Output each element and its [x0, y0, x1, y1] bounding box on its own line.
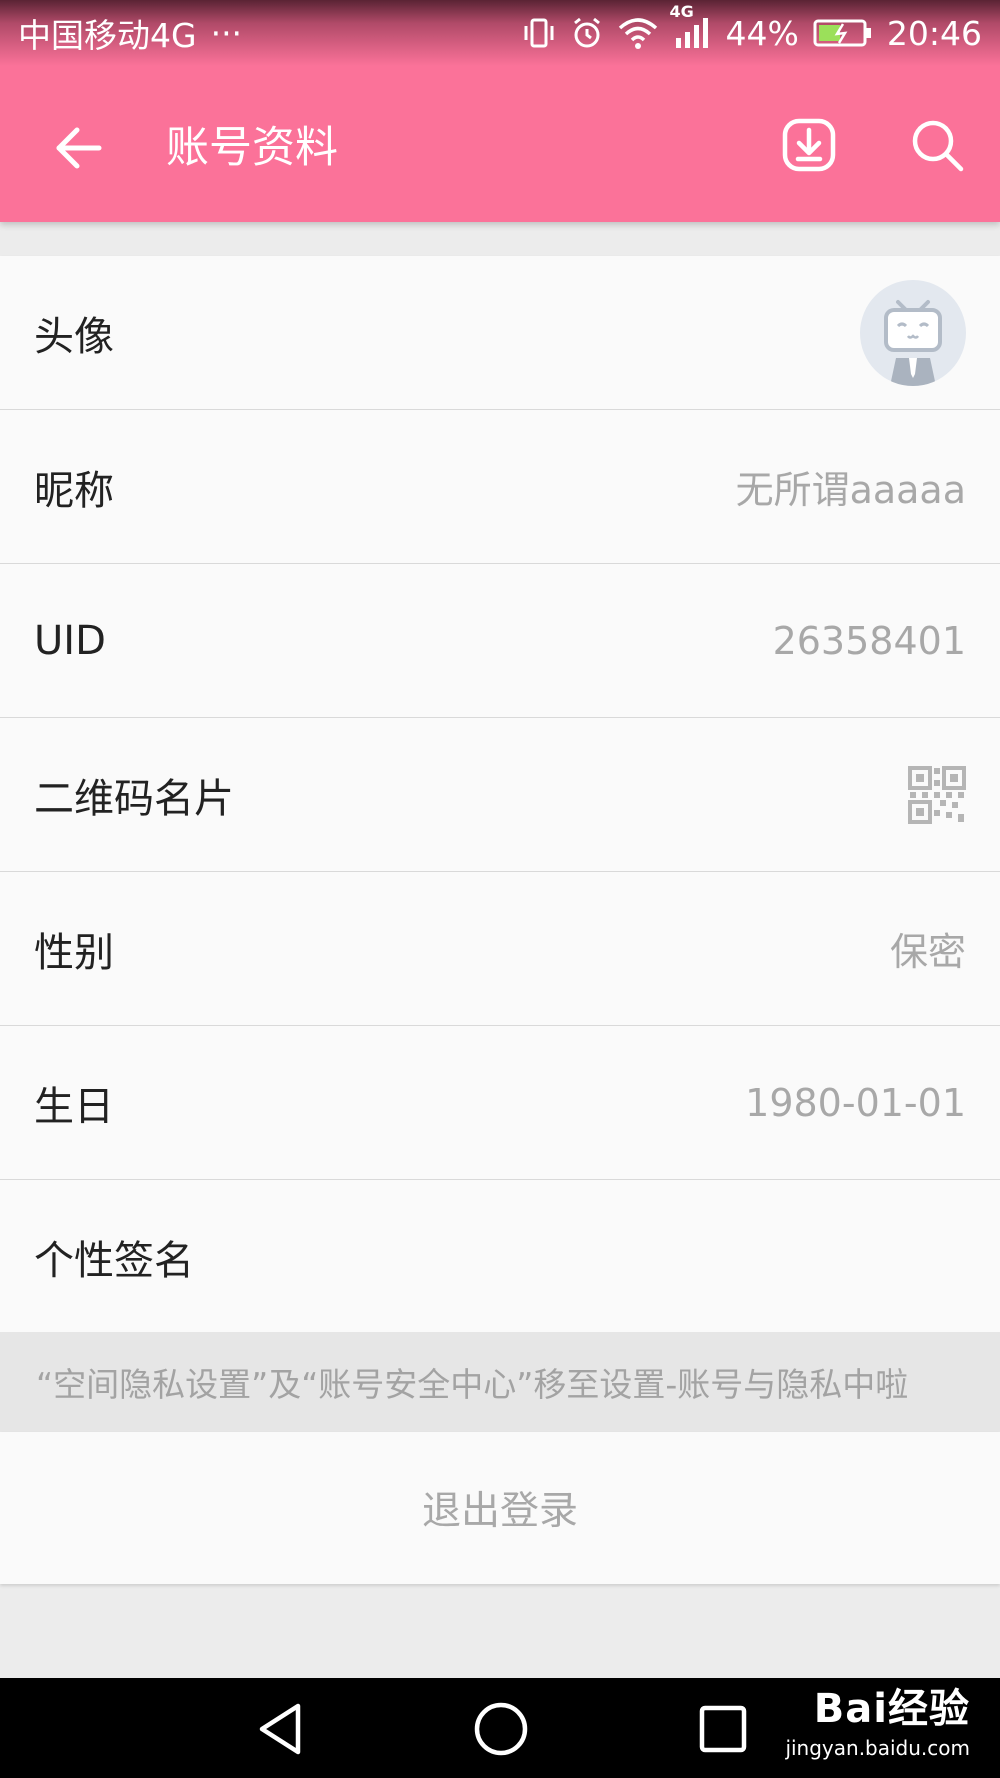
download-button[interactable]	[780, 116, 838, 174]
avatar-row[interactable]: 头像	[0, 256, 1000, 410]
vibrate-icon	[522, 16, 556, 50]
nickname-row[interactable]: 昵称 无所谓aaaaa	[0, 410, 1000, 564]
row-label: 个性签名	[34, 1238, 194, 1284]
nav-recent-apps-icon[interactable]	[694, 1700, 752, 1758]
wifi-icon	[618, 16, 658, 50]
search-icon	[912, 120, 964, 172]
search-button[interactable]	[908, 116, 966, 174]
header: 中国移动4G ··· 4G 44% 20:46 账号资料	[0, 0, 1000, 222]
navigation-bar: Bai经验 jingyan.baidu.com	[0, 1678, 1000, 1778]
row-label: 生日	[34, 1083, 114, 1130]
row-label: 头像	[34, 313, 114, 360]
network-type-label: 4G	[669, 2, 694, 21]
notifications-more: ···	[210, 13, 243, 53]
row-label: 性别	[34, 929, 114, 976]
uid-value: 26358401	[772, 618, 966, 663]
clock: 20:46	[886, 13, 982, 53]
watermark-url: jingyan.baidu.com	[785, 1736, 970, 1760]
row-label: 二维码名片	[34, 775, 234, 822]
row-label: UID	[34, 617, 106, 664]
nickname-value: 无所谓aaaaa	[735, 468, 966, 512]
profile-list: 头像 昵称 无所谓aaaaa UID 26358401 二维码名片 性别 保密 …	[0, 256, 1000, 1334]
settings-moved-notice: “空间隐私设置”及“账号安全中心”移至设置-账号与隐私中啦	[0, 1332, 1000, 1432]
row-label: 昵称	[34, 467, 114, 514]
birthday-row[interactable]: 生日 1980-01-01	[0, 1026, 1000, 1180]
watermark-brand: Bai经验	[813, 1686, 970, 1732]
back-arrow-icon	[56, 127, 102, 169]
gender-row[interactable]: 性别 保密	[0, 872, 1000, 1026]
status-bar: 中国移动4G ··· 4G 44% 20:46	[0, 0, 1000, 66]
alarm-icon	[570, 16, 604, 50]
avatar[interactable]	[860, 279, 966, 386]
carrier-label: 中国移动4G	[18, 16, 197, 55]
qr-card-row[interactable]: 二维码名片	[0, 718, 1000, 872]
battery-charging-icon	[813, 16, 873, 50]
download-icon	[782, 118, 836, 172]
signal-icon: 4G	[670, 2, 712, 50]
page-title: 账号资料	[166, 123, 338, 173]
baidu-jingyan-watermark: Bai经验 jingyan.baidu.com	[760, 1684, 970, 1774]
nav-back-icon[interactable]	[252, 1700, 310, 1758]
qr-code-icon	[908, 765, 966, 824]
birthday-value: 1980-01-01	[745, 1080, 966, 1125]
nav-home-icon[interactable]	[472, 1700, 530, 1758]
signature-row[interactable]: 个性签名	[0, 1180, 1000, 1334]
back-button[interactable]	[50, 120, 106, 176]
battery-percent: 44%	[725, 13, 799, 53]
bilibili-tv-avatar-icon	[884, 299, 942, 386]
gender-value: 保密	[889, 930, 966, 974]
app-bar: 账号资料	[0, 86, 1000, 204]
logout-button[interactable]: 退出登录	[0, 1432, 1000, 1584]
uid-row[interactable]: UID 26358401	[0, 564, 1000, 718]
